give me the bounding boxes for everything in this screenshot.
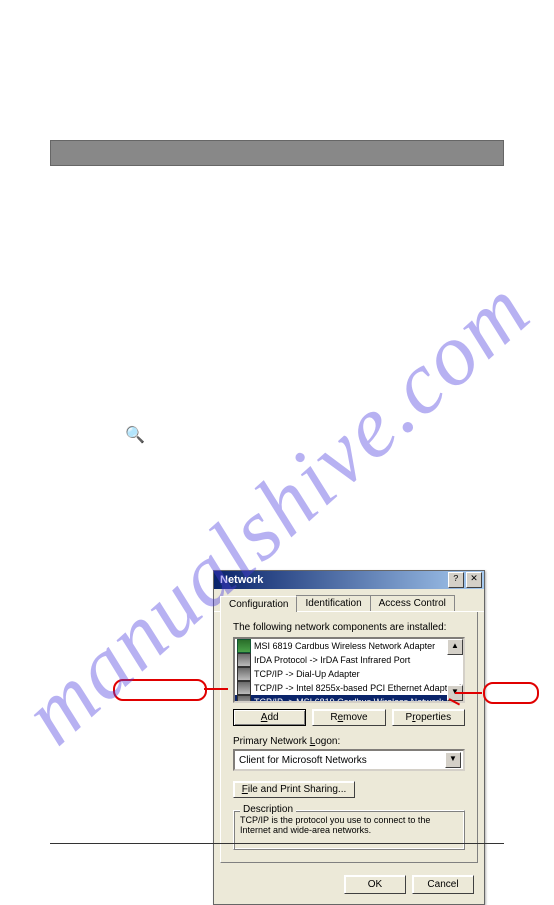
highlight-connector-right (455, 692, 482, 694)
primary-logon-select[interactable]: Client for Microsoft Networks ▼ (233, 749, 465, 771)
list-item-label: TCP/IP -> Dial-Up Adapter (254, 669, 360, 679)
tab-body: The following network components are ins… (220, 612, 478, 863)
magnifier-icon: 🔍 (125, 425, 145, 445)
list-item-label: MSI 6819 Cardbus Wireless Network Adapte… (254, 641, 435, 651)
titlebar: Network ? ✕ (214, 571, 484, 589)
adapter-icon (237, 639, 251, 653)
list-item[interactable]: MSI 6819 Cardbus Wireless Network Adapte… (235, 639, 463, 653)
protocol-icon (237, 653, 251, 667)
list-item-label: TCP/IP -> Intel 8255x-based PCI Ethernet… (254, 683, 463, 693)
network-dialog: Network ? ✕ Configuration Identification… (213, 570, 485, 905)
ok-button[interactable]: OK (344, 875, 406, 894)
file-print-sharing-button[interactable]: File and Print Sharing... (233, 781, 355, 798)
protocol-icon (237, 681, 251, 695)
close-button[interactable]: ✕ (466, 572, 482, 588)
chevron-down-icon[interactable]: ▼ (445, 752, 461, 768)
protocol-icon (237, 695, 251, 703)
protocol-icon (237, 667, 251, 681)
highlight-selected-item (113, 679, 207, 701)
description-text: TCP/IP is the protocol you use to connec… (240, 815, 430, 835)
highlight-properties-button (483, 682, 539, 704)
help-button[interactable]: ? (448, 572, 464, 588)
highlight-connector-left (204, 688, 228, 690)
primary-logon-label: Primary Network Logon: (233, 736, 465, 747)
tab-identification[interactable]: Identification (296, 595, 370, 611)
description-group: Description TCP/IP is the protocol you u… (233, 810, 465, 850)
primary-logon-value: Client for Microsoft Networks (239, 755, 445, 766)
page-footer-line (50, 843, 504, 844)
list-item[interactable]: TCP/IP -> Dial-Up Adapter (235, 667, 463, 681)
properties-button[interactable]: Properties (392, 709, 465, 726)
components-label: The following network components are ins… (233, 622, 465, 633)
list-item[interactable]: IrDA Protocol -> IrDA Fast Infrared Port (235, 653, 463, 667)
tab-access-control[interactable]: Access Control (370, 595, 455, 611)
cancel-button[interactable]: Cancel (412, 875, 474, 894)
description-title: Description (240, 804, 296, 815)
components-listbox[interactable]: ▲ MSI 6819 Cardbus Wireless Network Adap… (233, 637, 465, 703)
add-button[interactable]: Add (233, 709, 306, 726)
list-item[interactable]: TCP/IP -> MSI 6819 Cardbus Wireless Netw… (235, 695, 463, 703)
scroll-up[interactable]: ▲ (447, 639, 463, 655)
tabs: Configuration Identification Access Cont… (214, 589, 484, 612)
remove-button[interactable]: Remove (312, 709, 385, 726)
list-item-label: IrDA Protocol -> IrDA Fast Infrared Port (254, 655, 410, 665)
page-header-bar (50, 140, 504, 166)
tab-configuration[interactable]: Configuration (220, 596, 297, 612)
list-item-label: TCP/IP -> MSI 6819 Cardbus Wireless Netw… (254, 697, 463, 703)
dialog-title: Network (220, 574, 263, 586)
list-item[interactable]: TCP/IP -> Intel 8255x-based PCI Ethernet… (235, 681, 463, 695)
